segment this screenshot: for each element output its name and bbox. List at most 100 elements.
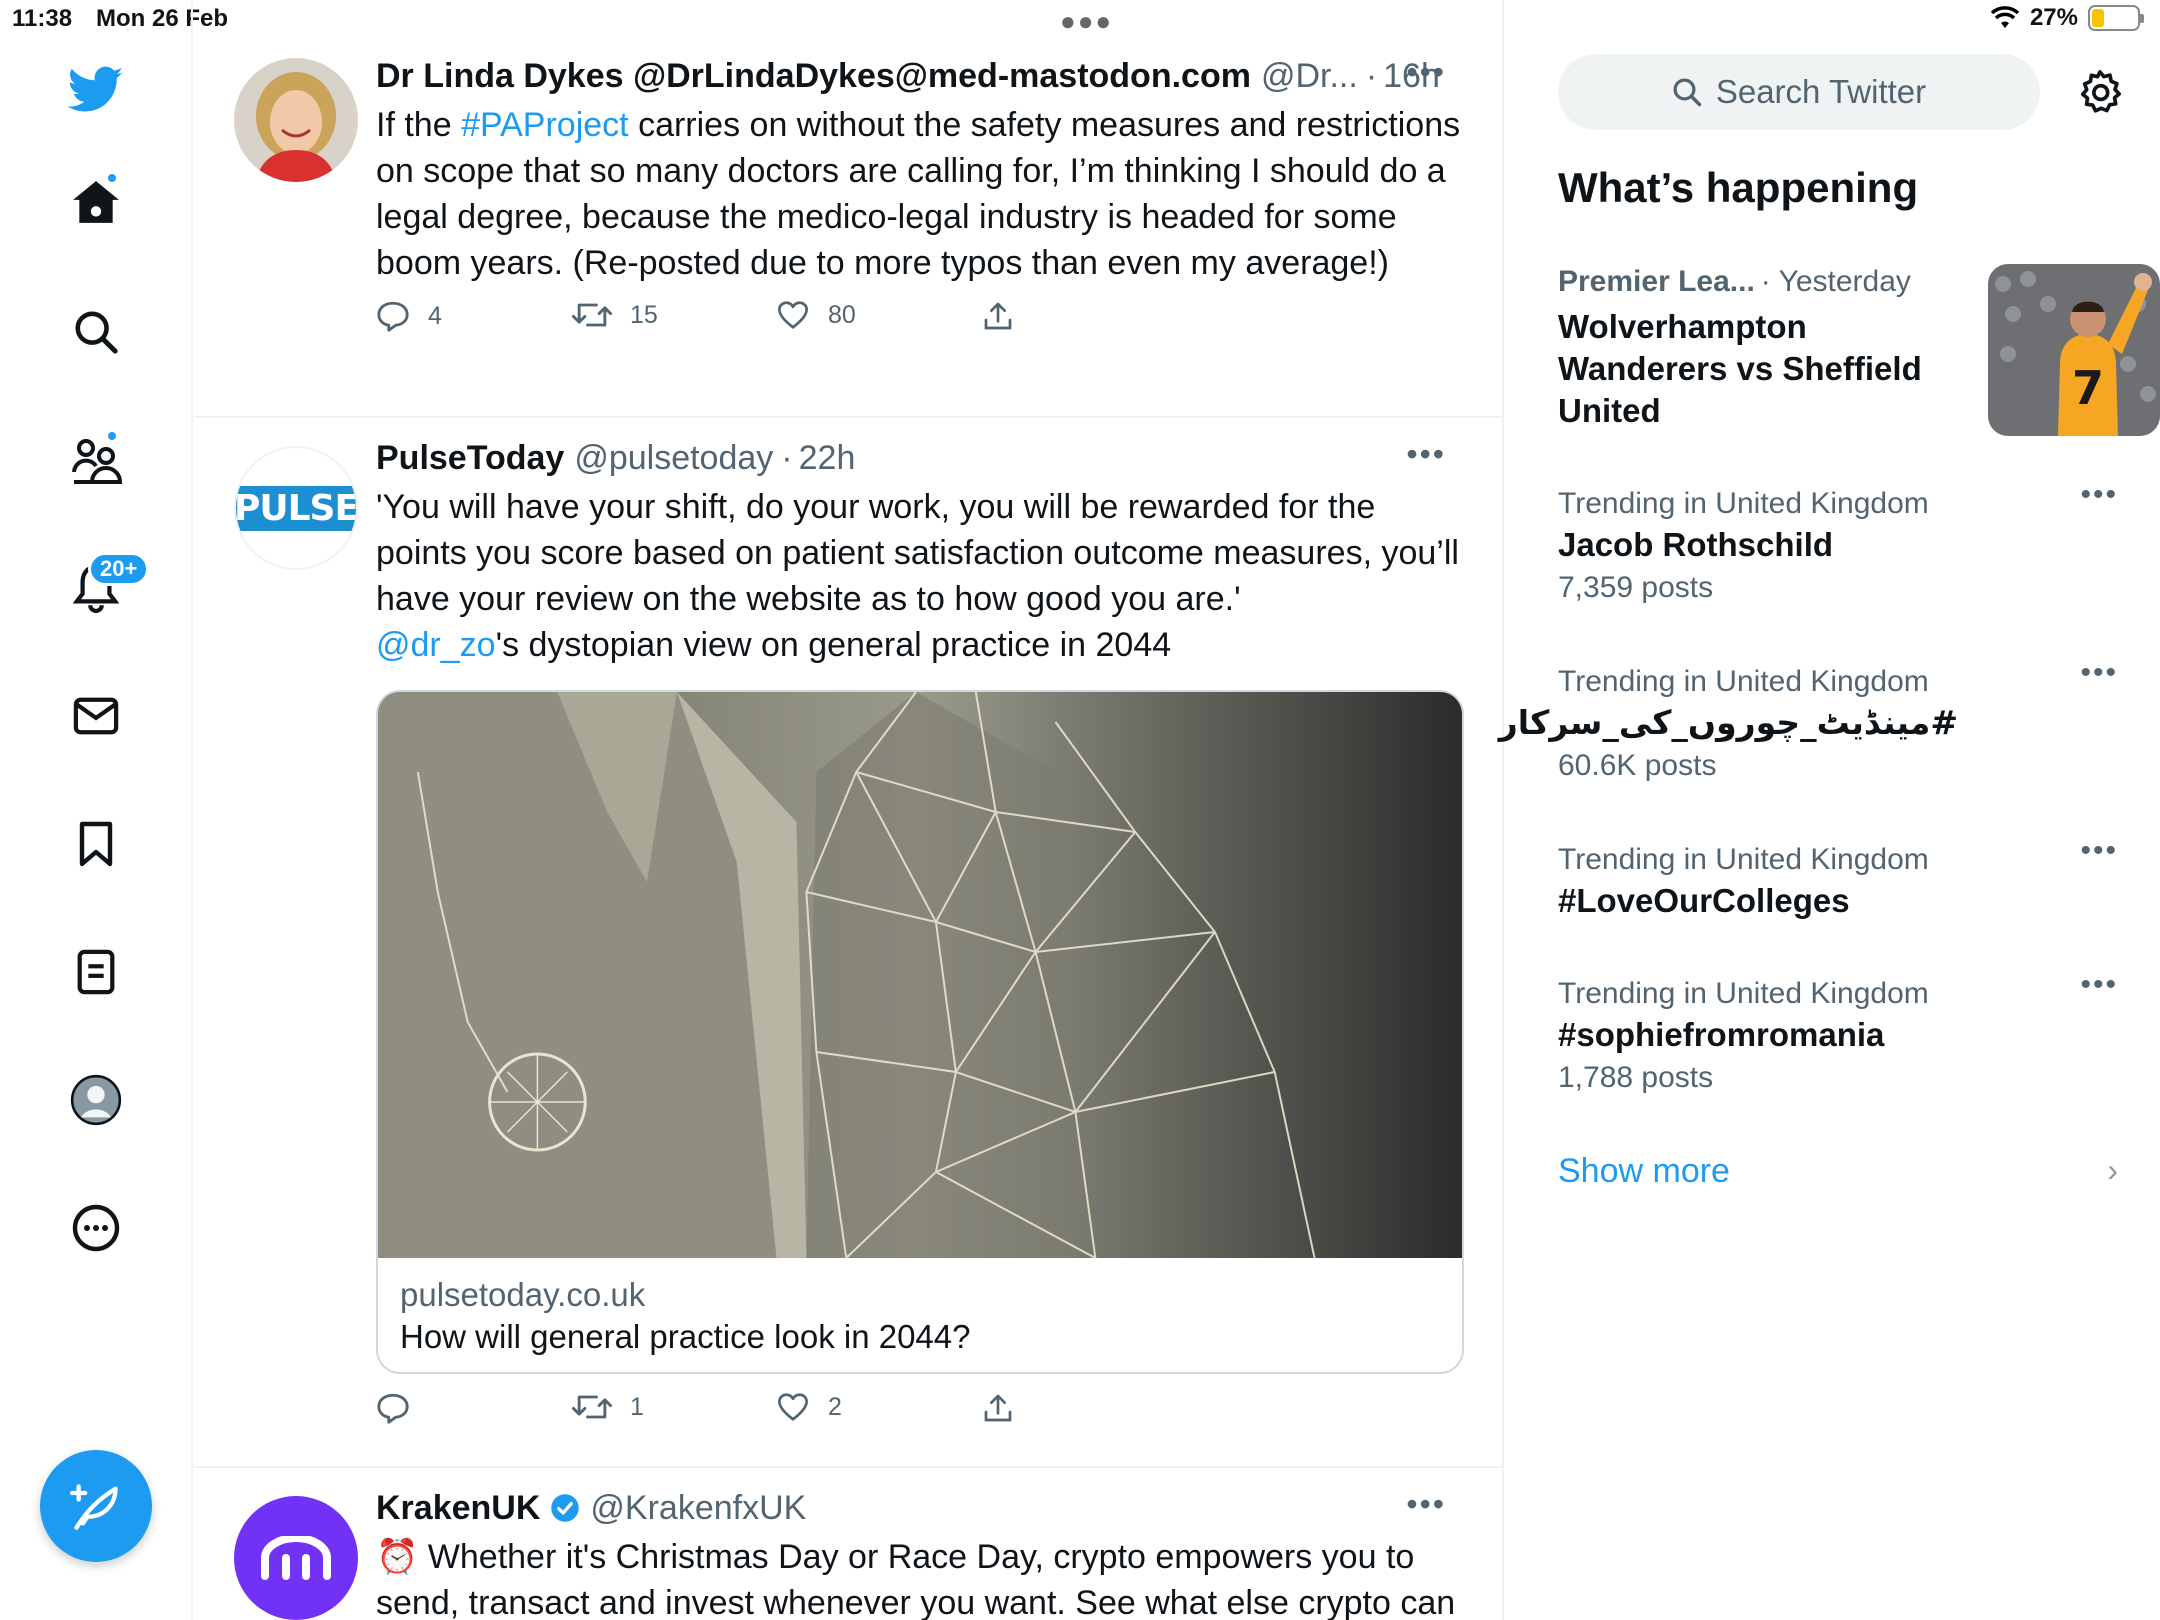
bookmark-icon: [79, 821, 113, 867]
share-icon: [984, 302, 1012, 330]
whats-happening-title: What’s happening: [1558, 164, 1919, 211]
timeline: Dr Linda Dykes @DrLindaDykes@med-mastodo…: [194, 0, 1504, 1620]
tweet-text: ⏰ Whether it's Christmas Day or Race Day…: [376, 1538, 1456, 1620]
retweet-count: 1: [630, 1392, 644, 1421]
tweet[interactable]: PULSE PulseToday @pulsetoday · 22h ••• '…: [194, 420, 1502, 1468]
reply-count: 4: [428, 301, 442, 330]
reply-button[interactable]: [376, 1392, 428, 1424]
like-button[interactable]: 80: [776, 300, 856, 330]
tweet-header: Dr Linda Dykes @DrLindaDykes@med-mastodo…: [376, 54, 1466, 96]
nav-profile[interactable]: [60, 1064, 132, 1136]
kraken-logo-icon: [261, 1536, 331, 1580]
trend-name: Jacob Rothschild: [1558, 526, 1834, 563]
trend-name: #sophiefromromania: [1558, 1016, 1885, 1053]
avatar[interactable]: [234, 1496, 358, 1620]
nav-lists[interactable]: [60, 936, 132, 1008]
search-icon: [1673, 78, 1702, 107]
hashtag-link[interactable]: #PAProject: [461, 106, 629, 144]
author-name[interactable]: KrakenUK: [376, 1488, 540, 1528]
featured-image: 7: [1988, 264, 2160, 436]
trend-more-icon[interactable]: •••: [2080, 656, 2118, 690]
tweet[interactable]: Dr Linda Dykes @DrLindaDykes@med-mastodo…: [194, 0, 1502, 418]
author-handle[interactable]: @pulsetoday: [574, 438, 773, 478]
share-button[interactable]: [982, 1392, 1014, 1424]
trend-name: #LoveOurColleges: [1558, 882, 1850, 919]
compose-tweet-button[interactable]: [40, 1450, 152, 1562]
right-sidebar: Search Twitter What’s happening Premier …: [1498, 0, 2160, 1620]
reply-icon: [377, 301, 409, 332]
nav-explore[interactable]: [60, 296, 132, 368]
tweet-body: KrakenUK @KrakenfxUK ••• ⏰ Whether it's …: [376, 1486, 1466, 1620]
featured-time: · Yesterday: [1760, 265, 1911, 298]
author-handle[interactable]: @Dr...: [1261, 56, 1358, 96]
tweet-time[interactable]: 22h: [799, 438, 856, 478]
tweet-more-icon[interactable]: •••: [1406, 52, 1446, 92]
trend-more-icon[interactable]: •••: [2080, 834, 2118, 868]
like-count: 80: [828, 300, 856, 329]
trend-item[interactable]: Trending in United Kingdom #مینڈیٹ_چوروں…: [1498, 656, 2118, 786]
retweet-button[interactable]: 1: [572, 1392, 644, 1422]
search-placeholder: Search Twitter: [1715, 73, 1927, 110]
search-input[interactable]: Search Twitter: [1558, 54, 2040, 130]
trend-count: 60.6K posts: [1558, 749, 1717, 782]
tweet-time-sep: ·: [1365, 57, 1378, 95]
author-name[interactable]: Dr Linda Dykes @DrLindaDykes@med-mastodo…: [376, 56, 1251, 96]
mention-link[interactable]: @dr_zo: [376, 626, 496, 664]
retweet-count: 15: [630, 300, 658, 329]
nav-bookmarks[interactable]: [60, 808, 132, 880]
link-card-domain: pulsetoday.co.uk: [400, 1276, 646, 1313]
featured-image-jersey-number: 7: [2072, 361, 2104, 415]
reply-button[interactable]: 4: [376, 300, 442, 332]
avatar[interactable]: PULSE: [234, 446, 358, 570]
featured-title: Wolverhampton Wanderers vs Sheffield Uni…: [1558, 308, 1922, 429]
trend-category: Trending in United Kingdom: [1558, 487, 1929, 520]
share-button[interactable]: [982, 300, 1014, 332]
nav-notifications[interactable]: 20+: [60, 552, 150, 624]
heart-icon: [778, 301, 808, 329]
author-handle[interactable]: @KrakenfxUK: [590, 1488, 806, 1528]
retweet-icon: [572, 1395, 612, 1419]
more-circle-icon: [72, 1204, 120, 1252]
search-icon: [75, 311, 118, 354]
left-nav: 20+: [0, 0, 193, 1620]
tweet-time-sep: ·: [781, 439, 793, 477]
trend-count: 1,788 posts: [1558, 1061, 1714, 1094]
communities-icon: [72, 439, 122, 484]
settings-button[interactable]: [2074, 66, 2126, 118]
trend-category: Trending in United Kingdom: [1558, 843, 1929, 876]
tweet-more-icon[interactable]: •••: [1406, 1484, 1446, 1524]
tweet-more-icon[interactable]: •••: [1406, 434, 1446, 474]
trend-item[interactable]: Trending in United Kingdom #LoveOurColle…: [1558, 834, 2118, 922]
tweet-text: If the #PAProject carries on without the…: [376, 102, 1466, 286]
trend-more-icon[interactable]: •••: [2080, 968, 2118, 1002]
trend-item[interactable]: Trending in United Kingdom Jacob Rothsch…: [1558, 478, 2118, 608]
tweet-body: Dr Linda Dykes @DrLindaDykes@med-mastodo…: [376, 54, 1466, 350]
avatar[interactable]: [234, 58, 358, 182]
retweet-button[interactable]: 15: [572, 300, 658, 330]
nav-home[interactable]: [60, 166, 132, 238]
featured-trend[interactable]: Premier Lea... · Yesterday Wolverhampton…: [1558, 262, 2160, 442]
tweet-text: 'You will have your shift, do your work,…: [376, 484, 1466, 668]
author-name[interactable]: PulseToday: [376, 438, 564, 478]
like-button[interactable]: 2: [776, 1392, 842, 1422]
link-card[interactable]: pulsetoday.co.uk How will general practi…: [376, 690, 1464, 1374]
nav-messages[interactable]: [60, 680, 132, 752]
link-card-title: How will general practice look in 2044?: [400, 1318, 971, 1355]
nav-more[interactable]: [60, 1192, 132, 1264]
verified-badge-icon: [551, 1494, 580, 1522]
show-more-link[interactable]: Show more ›: [1558, 1152, 2118, 1191]
tweet-body: PulseToday @pulsetoday · 22h ••• 'You wi…: [376, 436, 1466, 1442]
trend-more-icon[interactable]: •••: [2080, 478, 2118, 512]
nav-communities[interactable]: [60, 424, 132, 496]
home-icon: [73, 181, 119, 223]
profile-avatar-icon: [70, 1074, 122, 1126]
twitter-logo-icon[interactable]: [60, 54, 132, 126]
trend-category: Trending in United Kingdom: [1558, 977, 1929, 1010]
heart-icon: [778, 1393, 808, 1421]
trend-item[interactable]: Trending in United Kingdom #sophiefromro…: [1558, 968, 2118, 1098]
show-more-label: Show more: [1558, 1152, 1730, 1190]
pulse-logo: PULSE: [236, 485, 356, 531]
trend-name: #مینڈیٹ_چوروں_کی_سرکار: [1498, 703, 1958, 742]
tweet-text-part: If the: [376, 106, 462, 144]
tweet[interactable]: KrakenUK @KrakenfxUK ••• ⏰ Whether it's …: [194, 1470, 1502, 1620]
